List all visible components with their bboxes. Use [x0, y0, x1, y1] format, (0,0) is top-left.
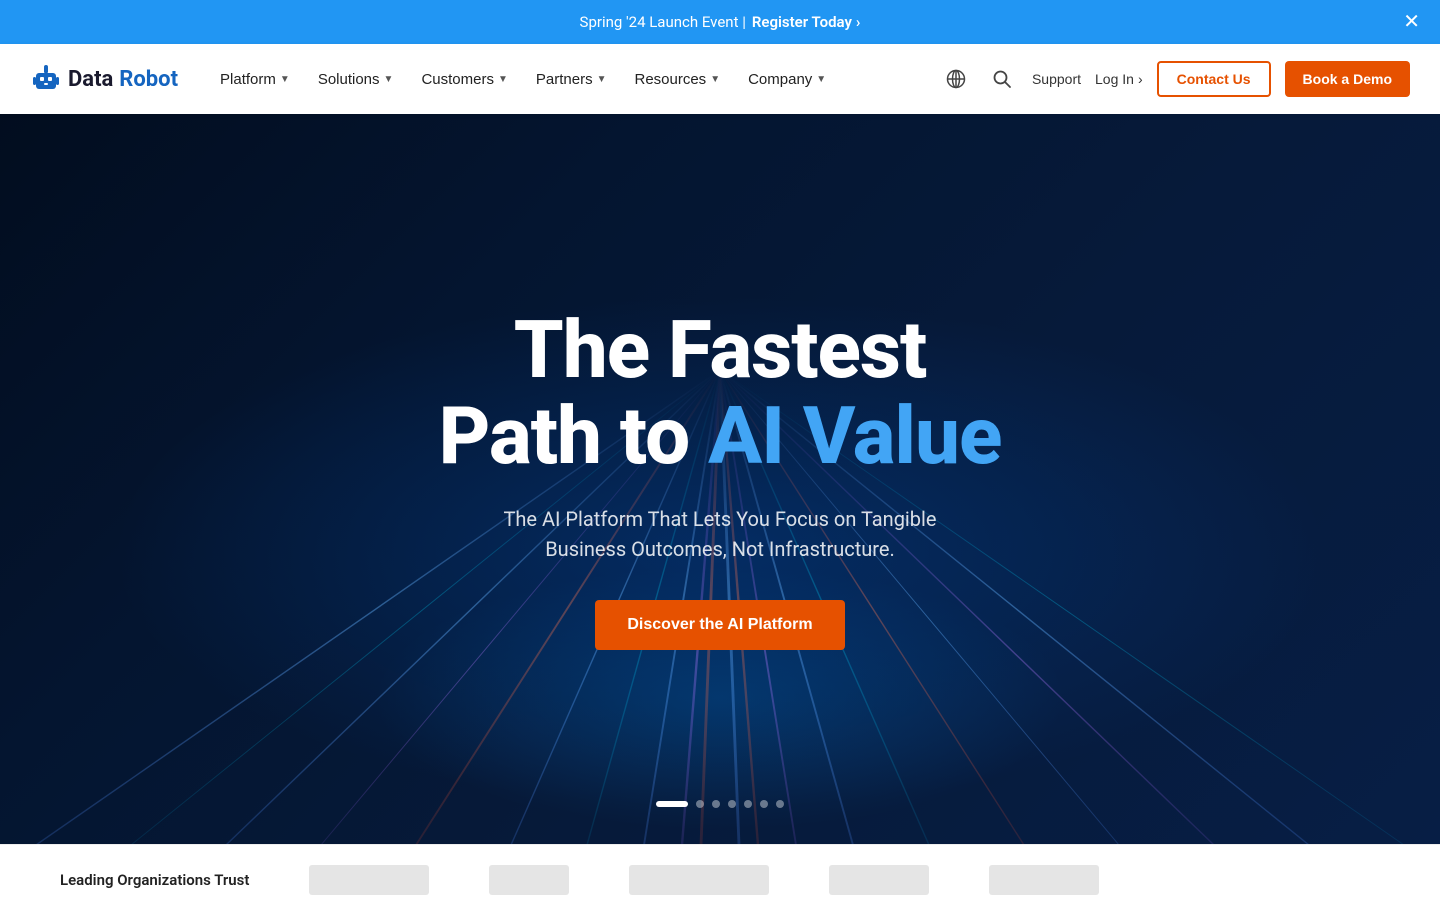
- nav-solutions[interactable]: Solutions ▼: [306, 63, 406, 96]
- discover-platform-button[interactable]: Discover the AI Platform: [595, 600, 844, 650]
- carousel-dot-7[interactable]: [776, 800, 784, 808]
- main-nav: Platform ▼ Solutions ▼ Customers ▼ Partn…: [208, 63, 940, 96]
- globe-icon: [946, 69, 966, 89]
- partner-logo-2: [489, 865, 569, 895]
- register-link[interactable]: Register Today ›: [752, 13, 861, 31]
- announcement-bar: Spring '24 Launch Event | Register Today…: [0, 0, 1440, 44]
- nav-company[interactable]: Company ▼: [736, 63, 838, 96]
- customers-chevron-icon: ▼: [498, 74, 508, 85]
- partner-logo-1: [309, 865, 429, 895]
- header: DataRobot Platform ▼ Solutions ▼ Custome…: [0, 44, 1440, 114]
- carousel-dot-3[interactable]: [712, 800, 720, 808]
- hero-section: The Fastest Path to AI Value The AI Plat…: [0, 114, 1440, 844]
- globe-icon-button[interactable]: [940, 63, 972, 95]
- nav-customers[interactable]: Customers ▼: [409, 63, 519, 96]
- logo-icon: [30, 63, 62, 95]
- partner-logo-5: [989, 865, 1099, 895]
- logo-text-robot: Robot: [119, 67, 178, 92]
- solutions-chevron-icon: ▼: [384, 74, 394, 85]
- hero-title-line1: The Fastest: [439, 308, 1002, 392]
- logo-text-data: Data: [68, 67, 113, 92]
- partner-logo-4: [829, 865, 929, 895]
- header-actions: Support Log In › Contact Us Book a Demo: [940, 61, 1410, 97]
- carousel-dot-1[interactable]: [656, 801, 688, 807]
- hero-title-ai-value: AI Value: [708, 389, 1001, 483]
- carousel-dot-5[interactable]: [744, 800, 752, 808]
- nav-platform[interactable]: Platform ▼: [208, 63, 302, 96]
- nav-resources[interactable]: Resources ▼: [622, 63, 732, 96]
- partner-logo-3: [629, 865, 769, 895]
- login-button[interactable]: Log In ›: [1095, 71, 1143, 87]
- hero-title-path-to: Path to: [439, 389, 690, 483]
- carousel-dot-6[interactable]: [760, 800, 768, 808]
- carousel-dots: [656, 800, 784, 808]
- search-icon: [992, 69, 1012, 89]
- logo[interactable]: DataRobot: [30, 63, 178, 95]
- platform-chevron-icon: ▼: [280, 74, 290, 85]
- carousel-dot-2[interactable]: [696, 800, 704, 808]
- search-icon-button[interactable]: [986, 63, 1018, 95]
- company-chevron-icon: ▼: [816, 74, 826, 85]
- partners-chevron-icon: ▼: [597, 74, 607, 85]
- partner-logos: [309, 865, 1099, 895]
- announcement-close-button[interactable]: ✕: [1403, 12, 1420, 32]
- leading-org-text: Leading Organizations Trust: [60, 871, 249, 889]
- support-link[interactable]: Support: [1032, 71, 1081, 87]
- resources-chevron-icon: ▼: [710, 74, 720, 85]
- announcement-text: Spring '24 Launch Event |: [580, 13, 746, 31]
- hero-title-line2: Path to AI Value: [439, 392, 1002, 480]
- login-chevron-icon: ›: [1138, 71, 1143, 87]
- hero-subtitle: The AI Platform That Lets You Focus on T…: [439, 504, 1002, 564]
- bottom-bar: Leading Organizations Trust: [0, 844, 1440, 914]
- book-demo-button[interactable]: Book a Demo: [1285, 61, 1410, 97]
- hero-content: The Fastest Path to AI Value The AI Plat…: [419, 308, 1022, 650]
- nav-partners[interactable]: Partners ▼: [524, 63, 619, 96]
- contact-us-button[interactable]: Contact Us: [1157, 61, 1271, 97]
- carousel-dot-4[interactable]: [728, 800, 736, 808]
